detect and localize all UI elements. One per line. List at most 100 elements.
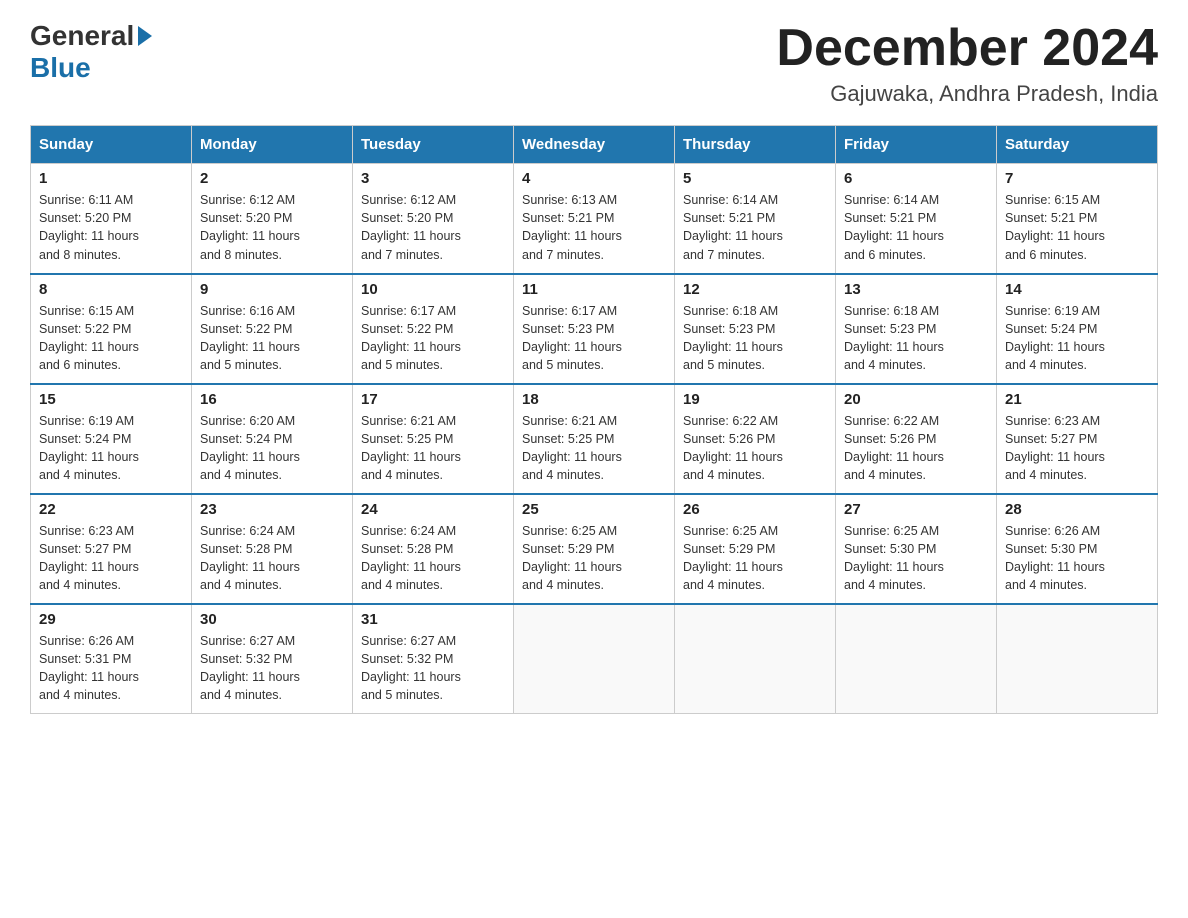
table-row: 28 Sunrise: 6:26 AMSunset: 5:30 PMDaylig… (997, 494, 1158, 604)
table-row: 3 Sunrise: 6:12 AMSunset: 5:20 PMDayligh… (353, 164, 514, 274)
day-number: 8 (39, 281, 183, 298)
day-number: 15 (39, 391, 183, 408)
table-row: 11 Sunrise: 6:17 AMSunset: 5:23 PMDaylig… (514, 274, 675, 384)
day-info: Sunrise: 6:13 AMSunset: 5:21 PMDaylight:… (522, 193, 622, 261)
calendar-header-saturday: Saturday (997, 126, 1158, 164)
day-number: 30 (200, 611, 344, 628)
day-number: 27 (844, 501, 988, 518)
table-row: 26 Sunrise: 6:25 AMSunset: 5:29 PMDaylig… (675, 494, 836, 604)
day-info: Sunrise: 6:24 AMSunset: 5:28 PMDaylight:… (361, 524, 461, 592)
day-number: 10 (361, 281, 505, 298)
logo-arrow-icon (138, 26, 152, 46)
day-number: 25 (522, 501, 666, 518)
day-info: Sunrise: 6:19 AMSunset: 5:24 PMDaylight:… (39, 414, 139, 482)
day-info: Sunrise: 6:14 AMSunset: 5:21 PMDaylight:… (844, 193, 944, 261)
calendar-header-tuesday: Tuesday (353, 126, 514, 164)
table-row: 10 Sunrise: 6:17 AMSunset: 5:22 PMDaylig… (353, 274, 514, 384)
day-info: Sunrise: 6:22 AMSunset: 5:26 PMDaylight:… (844, 414, 944, 482)
calendar-header-monday: Monday (192, 126, 353, 164)
day-info: Sunrise: 6:17 AMSunset: 5:22 PMDaylight:… (361, 304, 461, 372)
table-row: 12 Sunrise: 6:18 AMSunset: 5:23 PMDaylig… (675, 274, 836, 384)
day-number: 26 (683, 501, 827, 518)
day-number: 16 (200, 391, 344, 408)
logo-blue-text: Blue (30, 52, 91, 83)
day-number: 5 (683, 170, 827, 187)
day-number: 2 (200, 170, 344, 187)
day-info: Sunrise: 6:26 AMSunset: 5:31 PMDaylight:… (39, 634, 139, 702)
table-row (836, 604, 997, 714)
title-block: December 2024 Gajuwaka, Andhra Pradesh, … (776, 20, 1158, 107)
calendar-week-row: 8 Sunrise: 6:15 AMSunset: 5:22 PMDayligh… (31, 274, 1158, 384)
day-info: Sunrise: 6:21 AMSunset: 5:25 PMDaylight:… (522, 414, 622, 482)
table-row: 30 Sunrise: 6:27 AMSunset: 5:32 PMDaylig… (192, 604, 353, 714)
page-header: General Blue December 2024 Gajuwaka, And… (30, 20, 1158, 107)
table-row (514, 604, 675, 714)
table-row: 23 Sunrise: 6:24 AMSunset: 5:28 PMDaylig… (192, 494, 353, 604)
day-number: 19 (683, 391, 827, 408)
logo-general-text: General (30, 20, 134, 52)
table-row (997, 604, 1158, 714)
table-row: 18 Sunrise: 6:21 AMSunset: 5:25 PMDaylig… (514, 384, 675, 494)
day-info: Sunrise: 6:25 AMSunset: 5:29 PMDaylight:… (683, 524, 783, 592)
day-number: 17 (361, 391, 505, 408)
calendar-week-row: 29 Sunrise: 6:26 AMSunset: 5:31 PMDaylig… (31, 604, 1158, 714)
day-info: Sunrise: 6:25 AMSunset: 5:29 PMDaylight:… (522, 524, 622, 592)
day-info: Sunrise: 6:18 AMSunset: 5:23 PMDaylight:… (683, 304, 783, 372)
day-info: Sunrise: 6:16 AMSunset: 5:22 PMDaylight:… (200, 304, 300, 372)
day-info: Sunrise: 6:23 AMSunset: 5:27 PMDaylight:… (1005, 414, 1105, 482)
table-row: 8 Sunrise: 6:15 AMSunset: 5:22 PMDayligh… (31, 274, 192, 384)
table-row: 21 Sunrise: 6:23 AMSunset: 5:27 PMDaylig… (997, 384, 1158, 494)
table-row: 4 Sunrise: 6:13 AMSunset: 5:21 PMDayligh… (514, 164, 675, 274)
day-info: Sunrise: 6:22 AMSunset: 5:26 PMDaylight:… (683, 414, 783, 482)
table-row: 7 Sunrise: 6:15 AMSunset: 5:21 PMDayligh… (997, 164, 1158, 274)
day-info: Sunrise: 6:23 AMSunset: 5:27 PMDaylight:… (39, 524, 139, 592)
table-row: 6 Sunrise: 6:14 AMSunset: 5:21 PMDayligh… (836, 164, 997, 274)
day-number: 23 (200, 501, 344, 518)
day-info: Sunrise: 6:27 AMSunset: 5:32 PMDaylight:… (200, 634, 300, 702)
day-info: Sunrise: 6:21 AMSunset: 5:25 PMDaylight:… (361, 414, 461, 482)
table-row: 20 Sunrise: 6:22 AMSunset: 5:26 PMDaylig… (836, 384, 997, 494)
day-number: 28 (1005, 501, 1149, 518)
table-row: 25 Sunrise: 6:25 AMSunset: 5:29 PMDaylig… (514, 494, 675, 604)
day-info: Sunrise: 6:25 AMSunset: 5:30 PMDaylight:… (844, 524, 944, 592)
calendar-week-row: 15 Sunrise: 6:19 AMSunset: 5:24 PMDaylig… (31, 384, 1158, 494)
day-info: Sunrise: 6:19 AMSunset: 5:24 PMDaylight:… (1005, 304, 1105, 372)
day-number: 20 (844, 391, 988, 408)
location-title: Gajuwaka, Andhra Pradesh, India (776, 81, 1158, 107)
calendar-week-row: 1 Sunrise: 6:11 AMSunset: 5:20 PMDayligh… (31, 164, 1158, 274)
day-number: 1 (39, 170, 183, 187)
table-row: 27 Sunrise: 6:25 AMSunset: 5:30 PMDaylig… (836, 494, 997, 604)
month-title: December 2024 (776, 20, 1158, 77)
table-row: 9 Sunrise: 6:16 AMSunset: 5:22 PMDayligh… (192, 274, 353, 384)
table-row: 29 Sunrise: 6:26 AMSunset: 5:31 PMDaylig… (31, 604, 192, 714)
table-row: 2 Sunrise: 6:12 AMSunset: 5:20 PMDayligh… (192, 164, 353, 274)
day-info: Sunrise: 6:14 AMSunset: 5:21 PMDaylight:… (683, 193, 783, 261)
day-info: Sunrise: 6:12 AMSunset: 5:20 PMDaylight:… (361, 193, 461, 261)
day-number: 21 (1005, 391, 1149, 408)
day-info: Sunrise: 6:27 AMSunset: 5:32 PMDaylight:… (361, 634, 461, 702)
day-info: Sunrise: 6:15 AMSunset: 5:21 PMDaylight:… (1005, 193, 1105, 261)
day-info: Sunrise: 6:20 AMSunset: 5:24 PMDaylight:… (200, 414, 300, 482)
calendar-week-row: 22 Sunrise: 6:23 AMSunset: 5:27 PMDaylig… (31, 494, 1158, 604)
table-row: 24 Sunrise: 6:24 AMSunset: 5:28 PMDaylig… (353, 494, 514, 604)
day-number: 31 (361, 611, 505, 628)
table-row: 15 Sunrise: 6:19 AMSunset: 5:24 PMDaylig… (31, 384, 192, 494)
day-info: Sunrise: 6:12 AMSunset: 5:20 PMDaylight:… (200, 193, 300, 261)
day-number: 7 (1005, 170, 1149, 187)
day-info: Sunrise: 6:15 AMSunset: 5:22 PMDaylight:… (39, 304, 139, 372)
table-row: 19 Sunrise: 6:22 AMSunset: 5:26 PMDaylig… (675, 384, 836, 494)
table-row: 1 Sunrise: 6:11 AMSunset: 5:20 PMDayligh… (31, 164, 192, 274)
day-info: Sunrise: 6:24 AMSunset: 5:28 PMDaylight:… (200, 524, 300, 592)
calendar-header-sunday: Sunday (31, 126, 192, 164)
calendar-header-friday: Friday (836, 126, 997, 164)
day-info: Sunrise: 6:17 AMSunset: 5:23 PMDaylight:… (522, 304, 622, 372)
day-number: 13 (844, 281, 988, 298)
table-row: 31 Sunrise: 6:27 AMSunset: 5:32 PMDaylig… (353, 604, 514, 714)
day-number: 3 (361, 170, 505, 187)
day-info: Sunrise: 6:18 AMSunset: 5:23 PMDaylight:… (844, 304, 944, 372)
day-number: 4 (522, 170, 666, 187)
table-row: 13 Sunrise: 6:18 AMSunset: 5:23 PMDaylig… (836, 274, 997, 384)
day-number: 29 (39, 611, 183, 628)
day-number: 22 (39, 501, 183, 518)
day-number: 14 (1005, 281, 1149, 298)
